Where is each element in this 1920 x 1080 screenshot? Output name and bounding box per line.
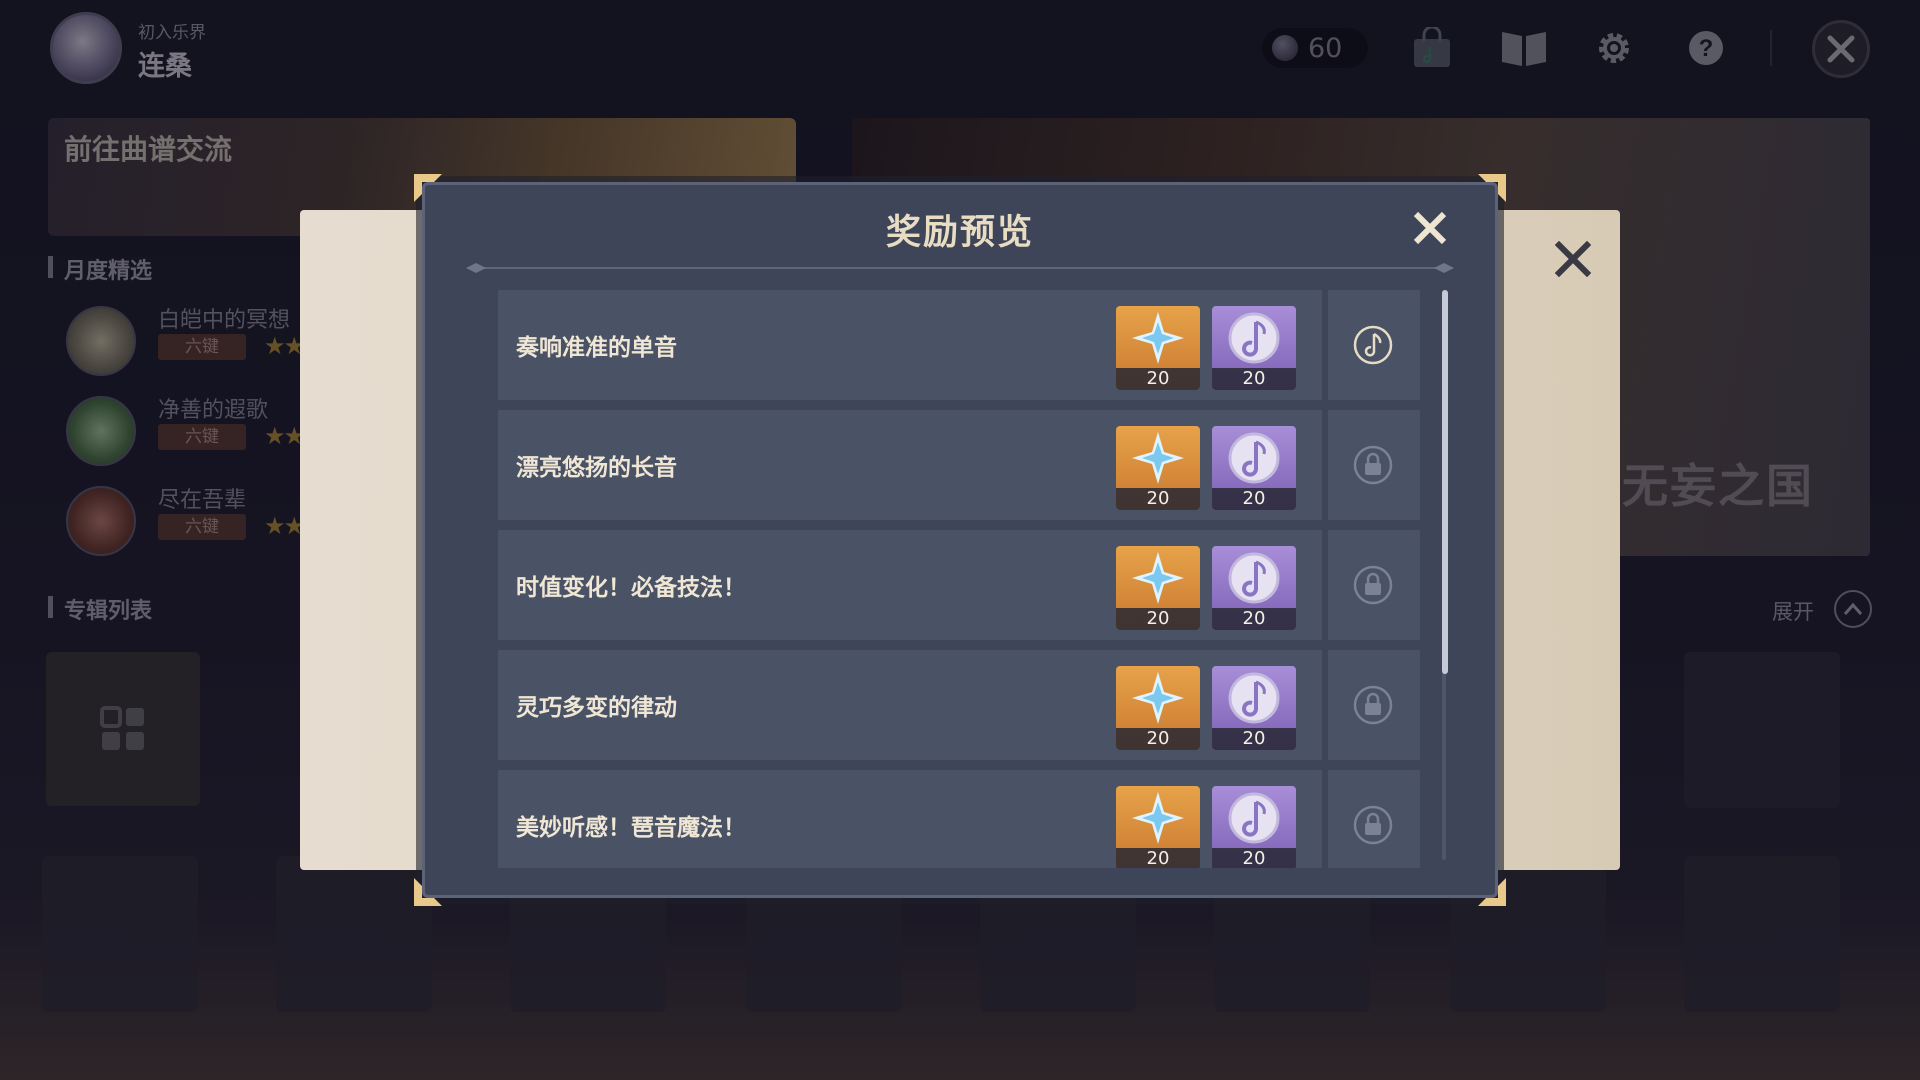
title-divider — [466, 263, 1454, 273]
primogem-star-icon — [1132, 552, 1184, 604]
primogem-star-icon — [1132, 672, 1184, 724]
reward-count: 20 — [1212, 488, 1296, 510]
reward-item-note-token[interactable]: 20 — [1212, 546, 1296, 630]
corner-ornament-icon — [414, 878, 442, 906]
primogem-star-icon — [1132, 432, 1184, 484]
reward-item-primogem[interactable]: 20 — [1116, 546, 1200, 630]
reward-row: 美妙听感！琶音魔法！ 20 20 — [498, 770, 1422, 868]
scrollbar-thumb[interactable] — [1442, 290, 1448, 674]
reward-row: 灵巧多变的律动 20 20 — [498, 650, 1422, 760]
reward-count: 20 — [1212, 848, 1296, 868]
reward-row: 时值变化！必备技法！ 20 20 — [498, 530, 1422, 640]
reward-item-note-token[interactable]: 20 — [1212, 666, 1296, 750]
reward-count: 20 — [1116, 848, 1200, 868]
reward-item-primogem[interactable]: 20 — [1116, 426, 1200, 510]
dialog-title: 奖励预览 — [885, 213, 1034, 253]
reward-row: 奏响准准的单音 20 20 — [498, 290, 1422, 400]
lock-icon — [1353, 445, 1393, 485]
reward-count: 20 — [1116, 368, 1200, 390]
reward-item-note-token[interactable]: 20 — [1212, 306, 1296, 390]
reward-name: 奏响准准的单音 — [516, 335, 677, 361]
reward-name: 美妙听感！琶音魔法！ — [516, 815, 746, 841]
lock-icon — [1353, 565, 1393, 605]
reward-row: 漂亮悠扬的长音 20 20 — [498, 410, 1422, 520]
corner-ornament-icon — [414, 174, 442, 202]
close-icon — [1413, 211, 1447, 245]
reward-count: 20 — [1116, 488, 1200, 510]
reward-item-primogem[interactable]: 20 — [1116, 666, 1200, 750]
corner-ornament-icon — [1478, 174, 1506, 202]
reward-item-primogem[interactable]: 20 — [1116, 306, 1200, 390]
reward-name: 灵巧多变的律动 — [516, 695, 677, 721]
lock-icon — [1353, 805, 1393, 845]
close-icon — [1555, 241, 1591, 277]
reward-count: 20 — [1116, 608, 1200, 630]
reward-list[interactable]: 奏响准准的单音 20 20 漂亮悠扬的长音 20 20 时值变化！必备技法！ 2… — [498, 290, 1422, 868]
primogem-star-icon — [1132, 312, 1184, 364]
music-note-token-icon — [1228, 312, 1280, 364]
reward-count: 20 — [1212, 728, 1296, 750]
music-note-token-icon — [1228, 672, 1280, 724]
reward-name: 时值变化！必备技法！ — [516, 575, 746, 601]
music-note-token-icon — [1228, 552, 1280, 604]
music-note-token-icon — [1228, 792, 1280, 844]
dialog-close-button[interactable] — [1406, 204, 1454, 252]
reward-item-primogem[interactable]: 20 — [1116, 786, 1200, 868]
claimable-note-icon[interactable] — [1352, 324, 1394, 366]
reward-name: 漂亮悠扬的长音 — [516, 455, 677, 481]
primogem-star-icon — [1132, 792, 1184, 844]
underlying-close-button[interactable] — [1550, 236, 1596, 282]
reward-item-note-token[interactable]: 20 — [1212, 786, 1296, 868]
reward-count: 20 — [1212, 608, 1296, 630]
lock-icon — [1353, 685, 1393, 725]
reward-count: 20 — [1212, 368, 1296, 390]
reward-item-note-token[interactable]: 20 — [1212, 426, 1296, 510]
music-note-token-icon — [1228, 432, 1280, 484]
reward-count: 20 — [1116, 728, 1200, 750]
corner-ornament-icon — [1478, 878, 1506, 906]
